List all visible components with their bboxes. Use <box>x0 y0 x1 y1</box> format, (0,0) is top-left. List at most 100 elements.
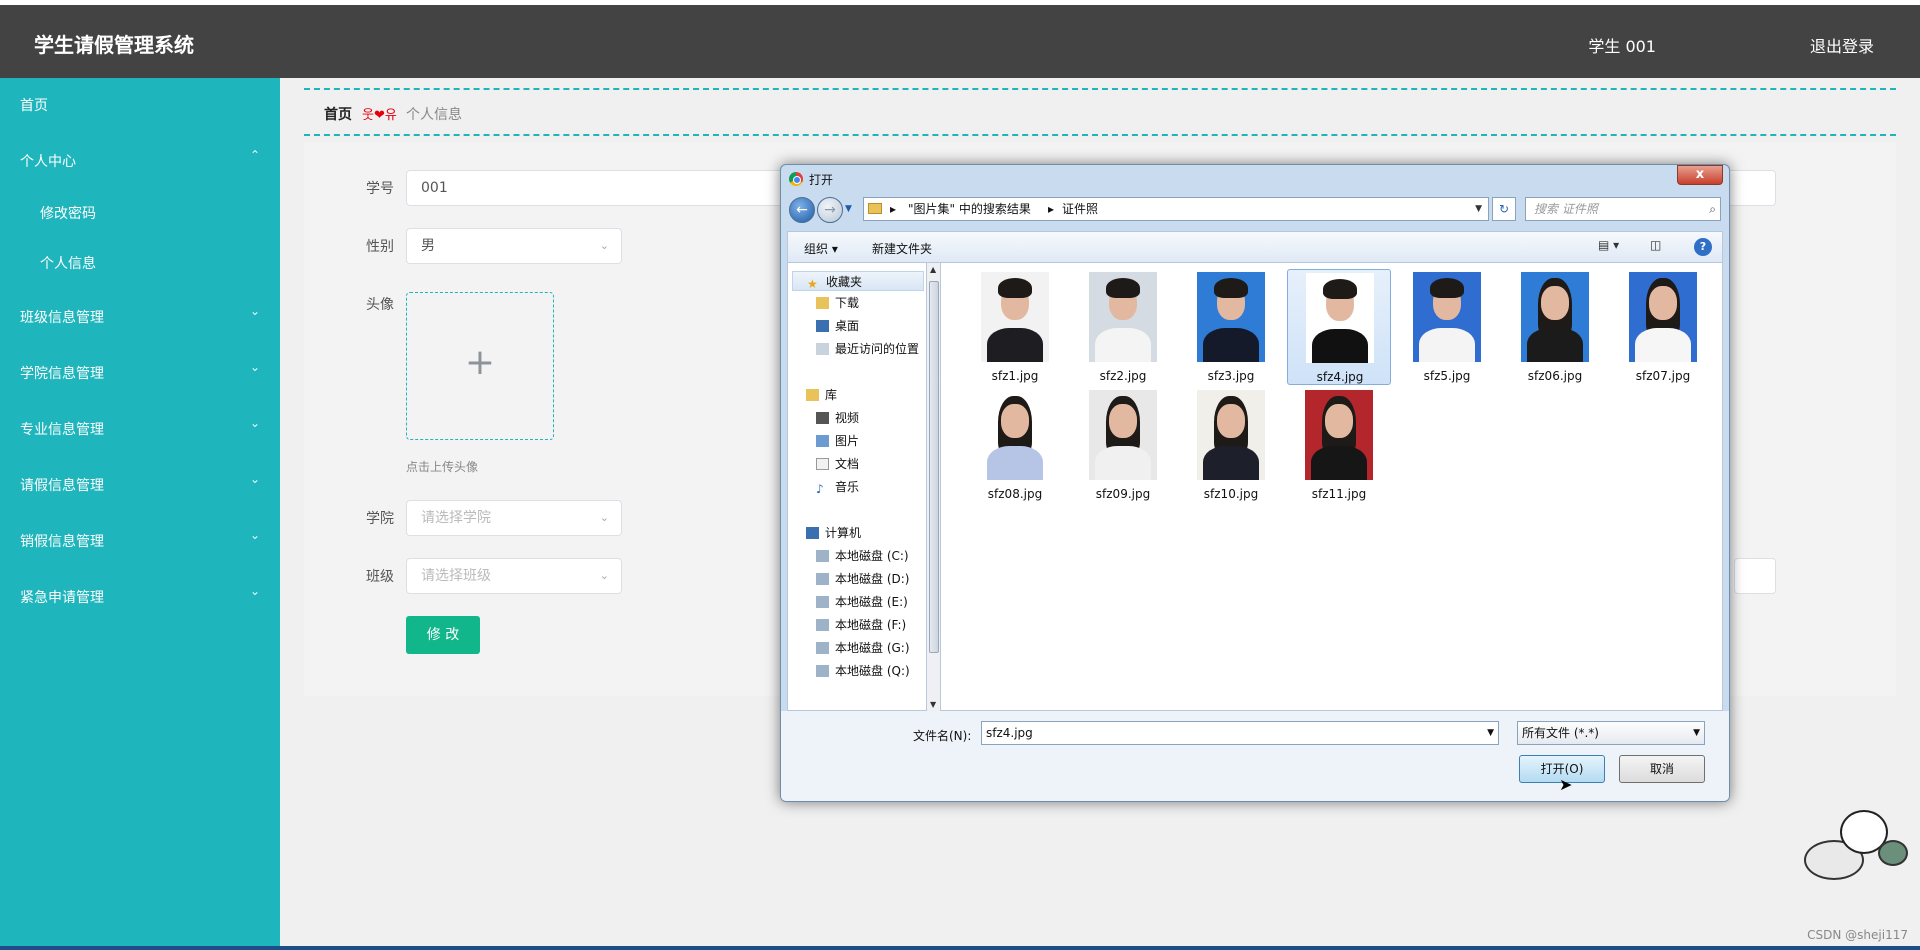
filename-label: 文件名(N): <box>913 729 972 743</box>
scroll-down-icon[interactable]: ▼ <box>930 700 936 709</box>
sidebar-item-college-info[interactable]: 学院信息管理 ⌄ <box>0 352 280 392</box>
organize-menu[interactable]: 组织 ▾ <box>804 240 838 257</box>
bottom-bar <box>0 946 1920 950</box>
desktop-icon <box>816 320 829 332</box>
chevron-down-icon: ⌄ <box>249 360 260 374</box>
breadcrumb-home[interactable]: 首页 <box>324 104 352 124</box>
nav-pictures[interactable]: 图片 <box>816 431 859 451</box>
close-button[interactable]: x <box>1677 165 1723 185</box>
file-item[interactable]: sfz08.jpg <box>963 387 1067 503</box>
file-thumbnail <box>1413 272 1481 362</box>
edit-button[interactable]: 修 改 <box>406 616 480 654</box>
chevron-down-icon: ⌄ <box>599 569 609 582</box>
class-select[interactable]: 请选择班级 ⌄ <box>406 558 622 594</box>
class-label: 班级 <box>366 569 394 585</box>
plus-icon: + <box>464 342 496 383</box>
history-dropdown-icon[interactable]: ▼ <box>845 204 852 214</box>
class-extra-input[interactable] <box>1734 558 1776 594</box>
college-select[interactable]: 请选择学院 ⌄ <box>406 500 622 536</box>
gender-select[interactable]: 男 ⌄ <box>406 228 622 264</box>
chevron-down-icon[interactable]: ▼ <box>1487 722 1494 744</box>
nav-library[interactable]: 库 <box>806 385 837 405</box>
nav-drive-f[interactable]: 本地磁盘 (F:) <box>816 615 906 635</box>
sidebar-item-major-info[interactable]: 专业信息管理 ⌄ <box>0 408 280 448</box>
address-segment-search[interactable]: "图片集" 中的搜索结果 <box>908 198 1031 220</box>
file-thumbnail <box>1089 272 1157 362</box>
gender-label: 性别 <box>366 239 394 255</box>
file-item-selected[interactable]: sfz4.jpg <box>1287 269 1391 385</box>
chevron-down-icon: ⌄ <box>249 584 260 598</box>
file-thumbnail <box>1306 273 1374 363</box>
file-item[interactable]: sfz09.jpg <box>1071 387 1175 503</box>
nav-computer[interactable]: 计算机 <box>806 523 861 543</box>
nav-drive-c[interactable]: 本地磁盘 (C:) <box>816 546 909 566</box>
refresh-icon[interactable]: ↻ <box>1492 197 1516 221</box>
nav-music[interactable]: ♪ 音乐 <box>816 477 859 497</box>
nav-recent[interactable]: 最近访问的位置 <box>816 339 919 359</box>
nav-drive-d[interactable]: 本地磁盘 (D:) <box>816 569 909 589</box>
search-input[interactable]: 搜索 证件照 ⌕ <box>1525 197 1721 221</box>
sidebar-item-home[interactable]: 首页 <box>0 84 280 124</box>
back-button[interactable]: ← <box>789 197 815 223</box>
logout-button[interactable]: 退出登录 <box>1810 33 1874 57</box>
nav-scrollbar[interactable]: ▲ ▼ <box>927 263 941 711</box>
sidebar-item-cancel-leave-info[interactable]: 销假信息管理 ⌄ <box>0 520 280 560</box>
sidebar-item-emergency[interactable]: 紧急申请管理 ⌄ <box>0 576 280 616</box>
avatar-hint: 点击上传头像 <box>406 460 479 474</box>
filetype-select[interactable]: 所有文件 (*.*) ▼ <box>1517 721 1705 745</box>
file-item[interactable]: sfz1.jpg <box>963 269 1067 385</box>
forward-button[interactable]: → <box>817 197 843 223</box>
help-icon[interactable]: ? <box>1694 238 1712 256</box>
file-list: sfz1.jpg sfz2.jpg sfz3.jpg sfz4.jpg sfz5… <box>941 263 1723 711</box>
chevron-down-icon[interactable]: ▼ <box>1475 198 1482 220</box>
nav-documents[interactable]: 文档 <box>816 454 859 474</box>
scroll-up-icon[interactable]: ▲ <box>930 265 936 274</box>
avatar-uploader[interactable]: + <box>406 292 554 440</box>
search-icon: ⌕ <box>1709 202 1716 216</box>
file-item[interactable]: sfz10.jpg <box>1179 387 1283 503</box>
chevron-down-icon: ⌄ <box>249 416 260 430</box>
new-folder-button[interactable]: 新建文件夹 <box>872 240 932 257</box>
file-item[interactable]: sfz06.jpg <box>1503 269 1607 385</box>
chevron-down-icon: ▼ <box>1693 728 1700 738</box>
sidebar-item-change-password[interactable]: 修改密码 <box>0 192 280 232</box>
nav-drive-q[interactable]: 本地磁盘 (Q:) <box>816 661 910 681</box>
current-user[interactable]: 学生 001 <box>1588 33 1656 57</box>
music-icon: ♪ <box>816 482 824 496</box>
file-item[interactable]: sfz5.jpg <box>1395 269 1499 385</box>
sidebar-item-personal-info[interactable]: 个人信息 <box>0 242 280 282</box>
nav-drive-e[interactable]: 本地磁盘 (E:) <box>816 592 908 612</box>
file-item[interactable]: sfz07.jpg <box>1611 269 1715 385</box>
computer-icon <box>806 527 819 539</box>
nav-drive-g[interactable]: 本地磁盘 (G:) <box>816 638 910 658</box>
sidebar-item-class-info[interactable]: 班级信息管理 ⌄ <box>0 296 280 336</box>
file-item[interactable]: sfz2.jpg <box>1071 269 1175 385</box>
avatar-label: 头像 <box>366 297 394 313</box>
view-options-icon[interactable]: ▤ ▾ <box>1598 238 1619 252</box>
nav-downloads[interactable]: 下载 <box>816 293 859 313</box>
file-item[interactable]: sfz11.jpg <box>1287 387 1391 503</box>
picture-icon <box>816 435 829 447</box>
dialog-toolbar: 组织 ▾ 新建文件夹 ▤ ▾ ◫ ? <box>787 231 1723 263</box>
preview-pane-icon[interactable]: ◫ <box>1650 238 1661 252</box>
address-segment-folder[interactable]: 证件照 <box>1062 198 1098 220</box>
cancel-button[interactable]: 取消 <box>1619 755 1705 783</box>
video-icon <box>816 412 829 424</box>
scrollbar-thumb[interactable] <box>929 281 939 653</box>
file-thumbnail <box>1521 272 1589 362</box>
nav-desktop[interactable]: 桌面 <box>816 316 859 336</box>
file-thumbnail <box>1197 390 1265 480</box>
nav-favorites[interactable]: ★ 收藏夹 <box>792 271 924 291</box>
filename-input[interactable]: sfz4.jpg ▼ <box>981 721 1499 745</box>
chevron-down-icon: ⌄ <box>599 239 609 252</box>
breadcrumb-separator: 웃❤유 <box>362 108 397 123</box>
star-icon: ★ <box>807 277 818 291</box>
sidebar-item-personal-center[interactable]: 个人中心 ⌃ <box>0 140 280 180</box>
address-bar[interactable]: ▸ "图片集" 中的搜索结果 ▸ 证件照 ▼ <box>863 197 1489 221</box>
file-open-dialog: 打开 x ← → ▼ ▸ "图片集" 中的搜索结果 ▸ 证件照 ▼ ↻ 搜索 证… <box>780 164 1730 802</box>
file-item[interactable]: sfz3.jpg <box>1179 269 1283 385</box>
sidebar-item-leave-info[interactable]: 请假信息管理 ⌄ <box>0 464 280 504</box>
file-thumbnail <box>981 272 1049 362</box>
nav-videos[interactable]: 视频 <box>816 408 859 428</box>
recent-places-icon <box>816 343 829 355</box>
